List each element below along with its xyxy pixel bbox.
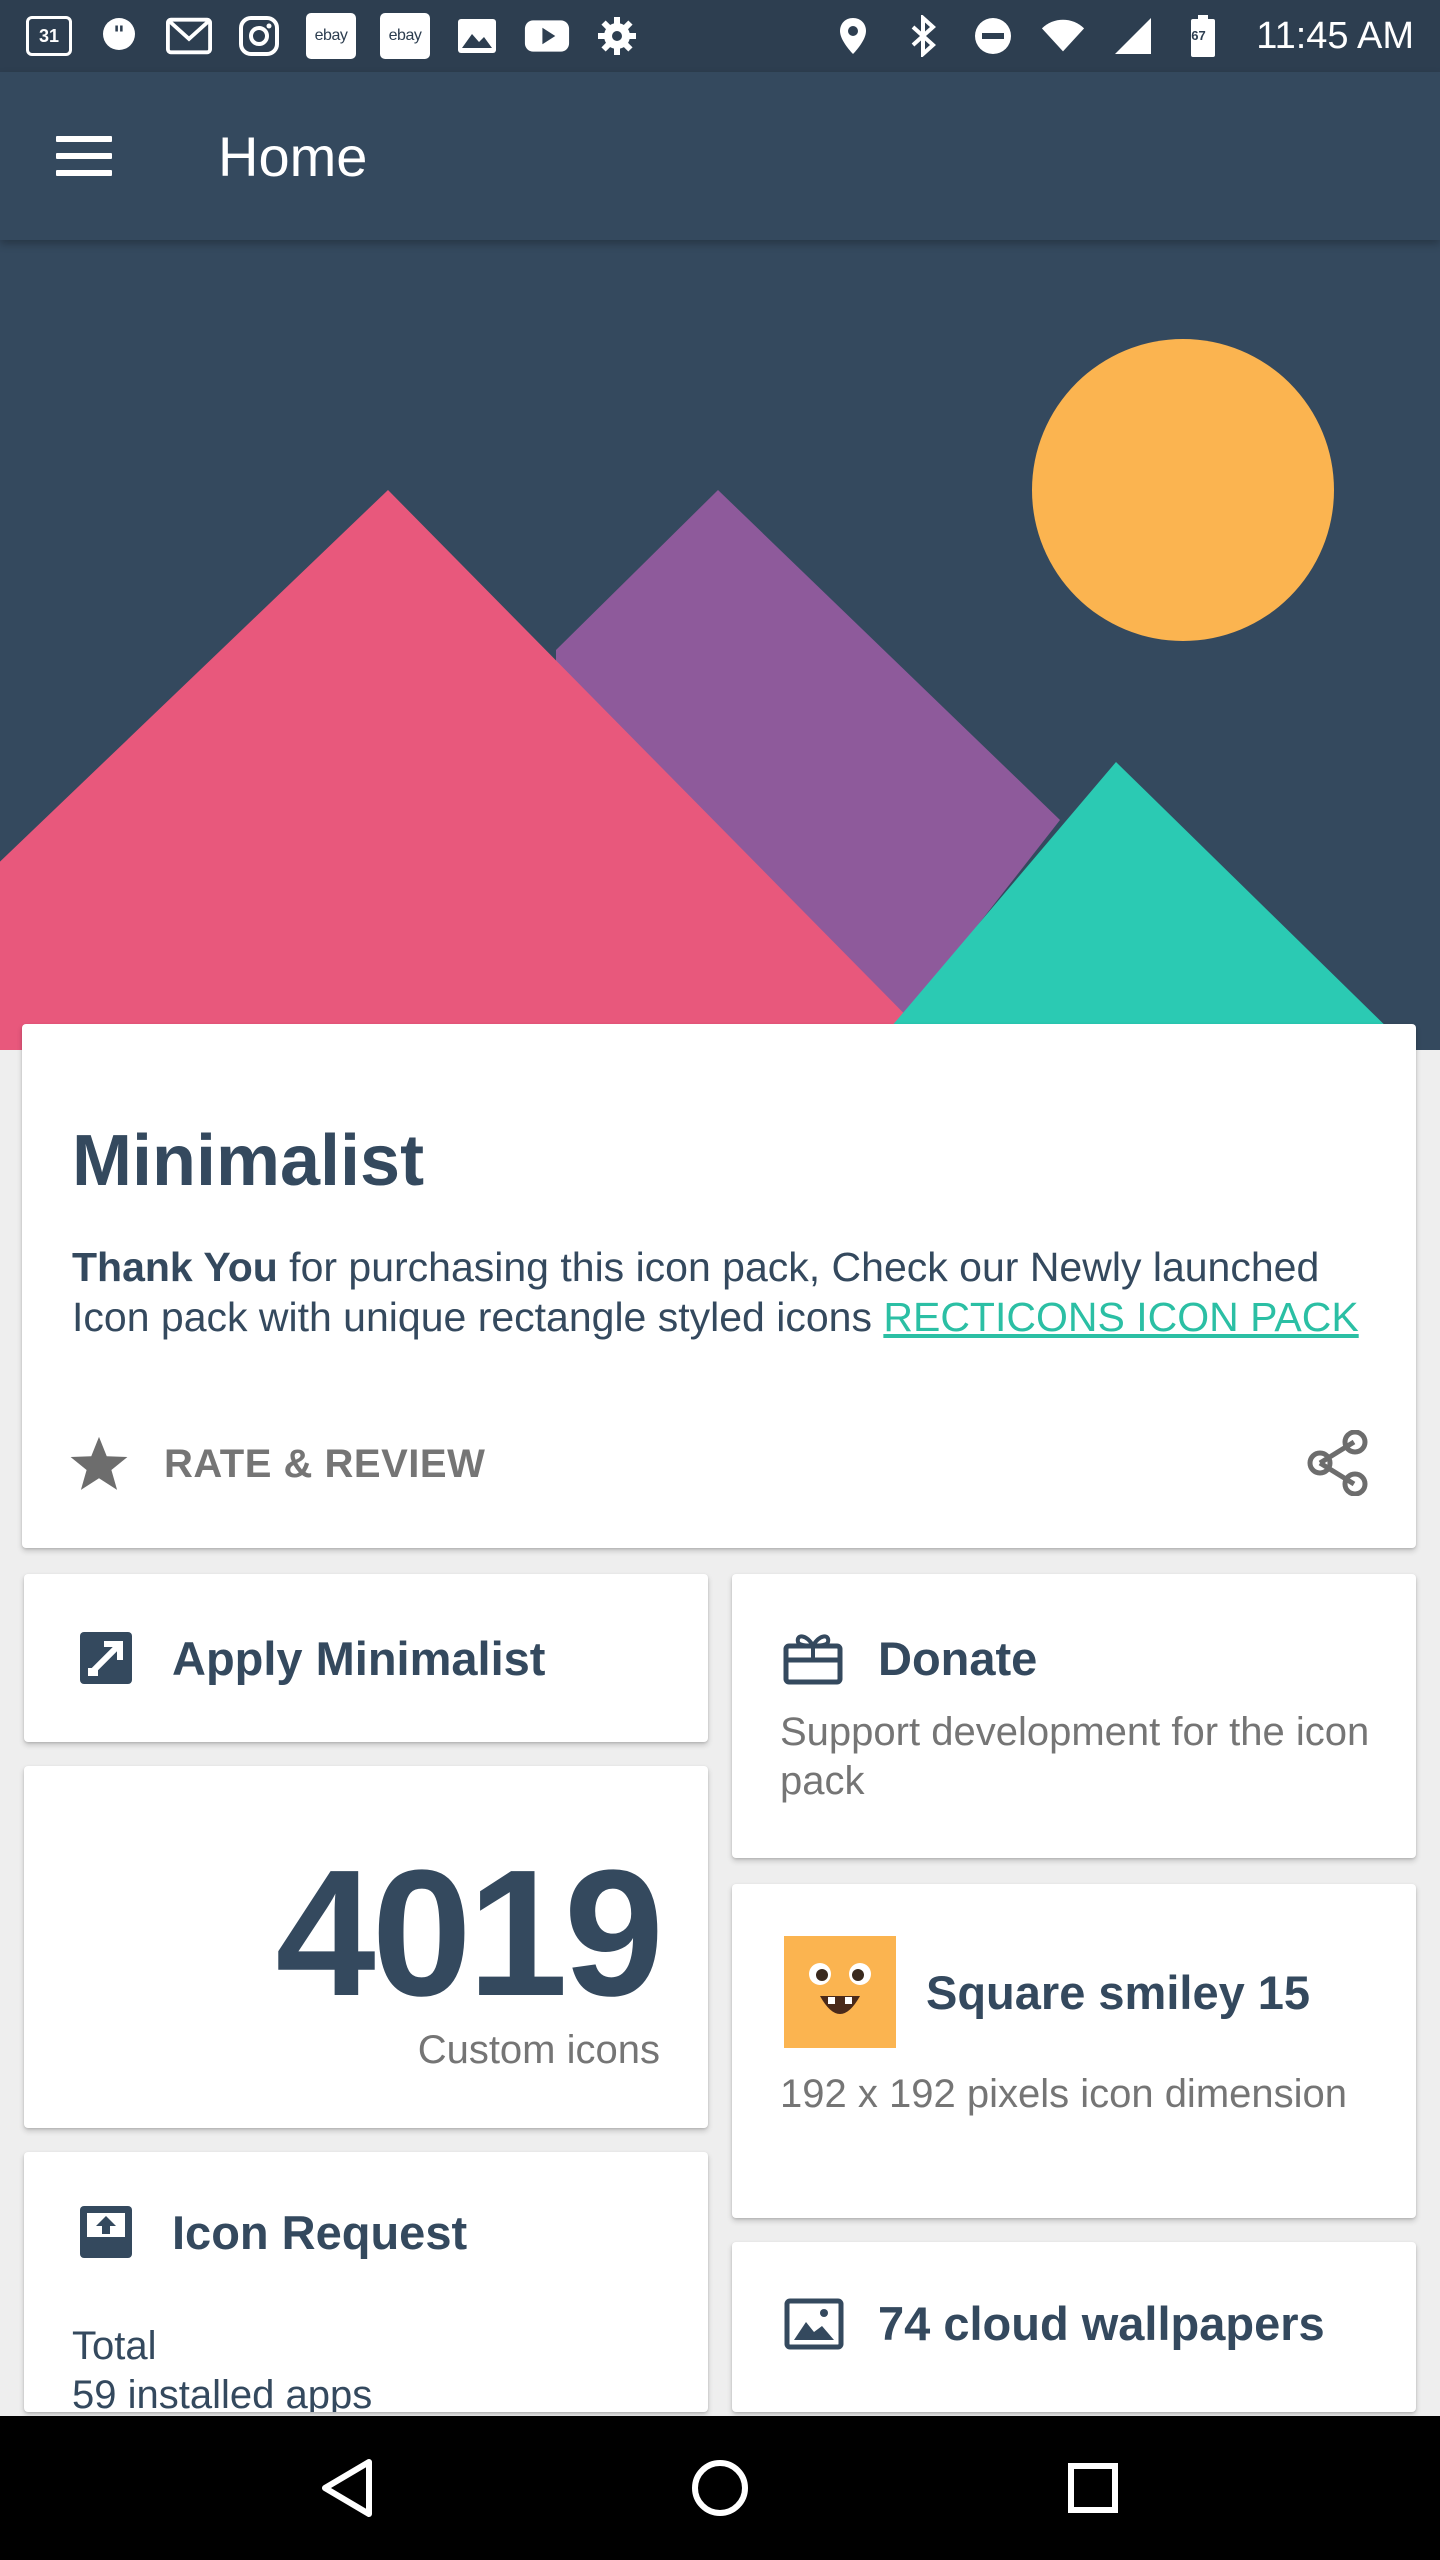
status-bar: 31 " ebay ebay 67 11:45 AM — [0, 0, 1440, 72]
rate-review-button[interactable]: RATE & REVIEW — [68, 1434, 485, 1494]
bluetooth-icon — [900, 13, 946, 59]
featured-icon-title: Square smiley 15 — [926, 1965, 1311, 2019]
icon-request-title: Icon Request — [172, 2205, 468, 2259]
calendar-notification-icon: 31 — [26, 16, 72, 56]
back-icon — [321, 2459, 372, 2517]
rate-review-label: RATE & REVIEW — [164, 1441, 486, 1486]
donate-card[interactable]: Donate Support development for the icon … — [732, 1574, 1416, 1858]
home-button[interactable] — [684, 2452, 756, 2524]
back-button[interactable] — [311, 2452, 383, 2524]
donate-title: Donate — [878, 1631, 1038, 1685]
home-circle-icon — [691, 2460, 748, 2516]
apply-card[interactable]: Apply Minimalist — [24, 1574, 708, 1742]
ebay-notification-icon: ebay — [380, 13, 430, 59]
intro-text: Thank You for purchasing this icon pack,… — [72, 1242, 1392, 1342]
clock: 11:45 AM — [1256, 14, 1414, 57]
app-bar: Home — [0, 72, 1440, 240]
star-icon — [70, 1436, 128, 1490]
recents-icon — [1068, 2463, 1119, 2513]
battery-level: 67 — [1191, 28, 1206, 43]
recents-button[interactable] — [1057, 2452, 1129, 2524]
featured-icon-subtitle: 192 x 192 pixels icon dimension — [780, 2072, 1348, 2116]
icon-count-card: 4019 Custom icons — [24, 1766, 708, 2128]
upload-icon — [80, 2206, 132, 2258]
hangouts-notification-icon: " — [96, 13, 142, 59]
icon-pack-title: Minimalist — [72, 1121, 425, 1201]
instagram-notification-icon — [236, 13, 282, 59]
system-nav-bar — [0, 2416, 1440, 2560]
settings-notification-icon — [594, 13, 640, 59]
page-title: Home — [218, 124, 368, 188]
square-smiley-icon — [784, 1936, 896, 2048]
apply-title: Apply Minimalist — [172, 1631, 546, 1685]
menu-icon[interactable] — [56, 136, 112, 176]
installed-apps-count: 59 installed apps — [72, 2373, 373, 2412]
do-not-disturb-icon — [970, 13, 1016, 59]
recticons-link[interactable]: RECTICONS ICON PACK — [883, 1294, 1358, 1340]
youtube-notification-icon — [524, 13, 570, 59]
icon-count-label: Custom icons — [417, 2028, 660, 2072]
image-notification-icon — [454, 13, 500, 59]
request-total-label: Total — [72, 2324, 157, 2368]
donate-subtitle: Support development for the icon pack — [780, 1710, 1370, 1803]
svg-text:": " — [113, 23, 124, 48]
wallpapers-title: 74 cloud wallpapers — [878, 2297, 1325, 2350]
share-icon — [1307, 1429, 1368, 1497]
featured-icon-card[interactable]: Square smiley 15 192 x 192 pixels icon d… — [732, 1884, 1416, 2218]
ebay-notification-icon: ebay — [306, 13, 356, 59]
sun — [1032, 339, 1334, 641]
hero-illustration — [0, 240, 1440, 1050]
thank-you-text: Thank You — [72, 1244, 278, 1290]
intro-card: Minimalist Thank You for purchasing this… — [22, 1024, 1416, 1548]
gift-icon — [783, 1634, 843, 1685]
wifi-icon — [1040, 13, 1086, 59]
wallpapers-card[interactable]: 74 cloud wallpapers — [732, 2242, 1416, 2412]
cellular-signal-icon — [1110, 13, 1156, 59]
gmail-notification-icon — [166, 13, 212, 59]
battery-icon: 67 — [1180, 13, 1226, 59]
location-icon — [830, 13, 876, 59]
icon-count: 4019 — [275, 1833, 664, 2034]
apply-icon — [80, 1632, 132, 1684]
share-button[interactable] — [1306, 1429, 1370, 1497]
wallpaper-icon — [784, 2298, 844, 2349]
icon-request-card[interactable]: Icon Request Total 59 installed apps — [24, 2152, 708, 2412]
